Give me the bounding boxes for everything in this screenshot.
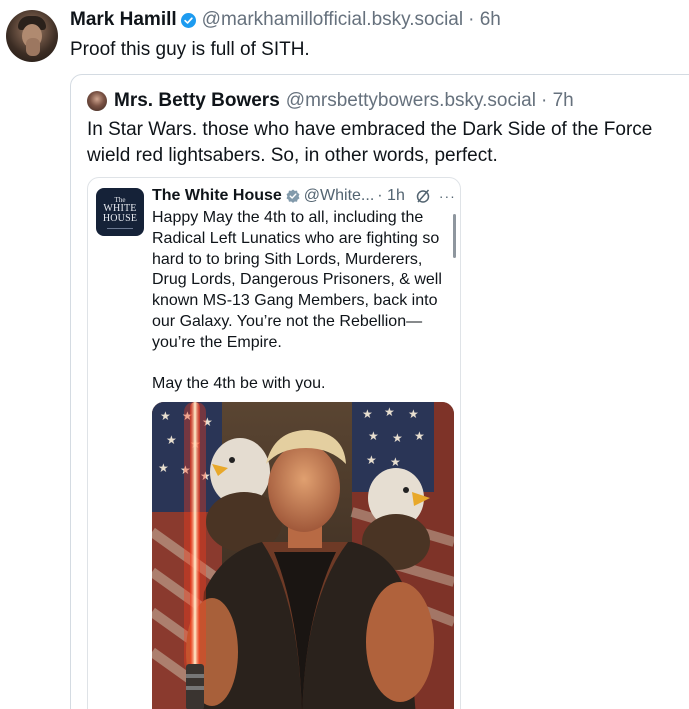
embed-text-para2: May the 4th be with you.	[152, 374, 326, 392]
red-lightsaber	[184, 402, 206, 709]
author-handle[interactable]: @markhamillofficial.bsky.social	[202, 8, 463, 32]
svg-text:★: ★	[366, 453, 377, 467]
quote-avatar[interactable]	[87, 91, 107, 111]
post-header: Mark Hamill @markhamillofficial.bsky.soc…	[70, 8, 501, 32]
embed-time: · 1h	[377, 187, 405, 204]
logo-line2b: HOUSE	[102, 213, 138, 224]
quote-card[interactable]: Mrs. Betty Bowers @mrsbettybowers.bsky.s…	[70, 74, 689, 709]
quote-text: In Star Wars. those who have embraced th…	[87, 119, 653, 166]
gray-verified-badge-icon	[286, 189, 300, 203]
quote-author-name[interactable]: Mrs. Betty Bowers	[114, 89, 280, 113]
avatar[interactable]	[6, 10, 58, 62]
embed-text-para1: Happy May the 4th to all, including the …	[152, 209, 442, 351]
quote-handle[interactable]: @mrsbettybowers.bsky.social	[286, 89, 536, 113]
embedded-post-image[interactable]: The WHITE HOUSE The White House @White..…	[87, 177, 461, 709]
post-time[interactable]: · 6h	[468, 8, 501, 32]
svg-text:★: ★	[160, 409, 171, 423]
logo-rule	[107, 228, 133, 229]
quote-header: Mrs. Betty Bowers @mrsbettybowers.bsky.s…	[87, 89, 574, 113]
quote-time[interactable]: · 7h	[541, 89, 574, 113]
embed-text: Happy May the 4th to all, including the …	[152, 208, 452, 394]
white-house-logo: The WHITE HOUSE	[96, 188, 144, 236]
embed-author-name: The White House	[152, 187, 282, 204]
verified-badge-icon	[180, 12, 196, 28]
svg-text:★: ★	[414, 429, 425, 443]
svg-text:★: ★	[384, 405, 395, 419]
illustration-image: ★ ★ ★ ★ ★ ★ ★ ★ ★ ★ ★ ★ ★ ★ ★	[152, 402, 454, 709]
logo-line1: The	[114, 196, 126, 204]
author-name[interactable]: Mark Hamill	[70, 8, 177, 32]
svg-text:★: ★	[166, 433, 177, 447]
svg-text:★: ★	[158, 461, 169, 475]
grok-icon	[416, 189, 430, 203]
scrollbar-thumb	[453, 214, 456, 258]
svg-text:★: ★	[390, 455, 401, 469]
post-text: Proof this guy is full of SITH.	[70, 39, 310, 60]
illustration-svg: ★ ★ ★ ★ ★ ★ ★ ★ ★ ★ ★ ★ ★ ★ ★	[152, 402, 454, 709]
svg-text:★: ★	[362, 407, 373, 421]
avatar-hand	[26, 38, 40, 56]
svg-text:★: ★	[408, 407, 419, 421]
embed-header: The White House @White... · 1h ···	[152, 186, 456, 206]
more-options-icon: ···	[438, 188, 456, 204]
svg-text:★: ★	[368, 429, 379, 443]
embed-handle: @White...	[303, 187, 375, 204]
svg-text:★: ★	[392, 431, 403, 445]
